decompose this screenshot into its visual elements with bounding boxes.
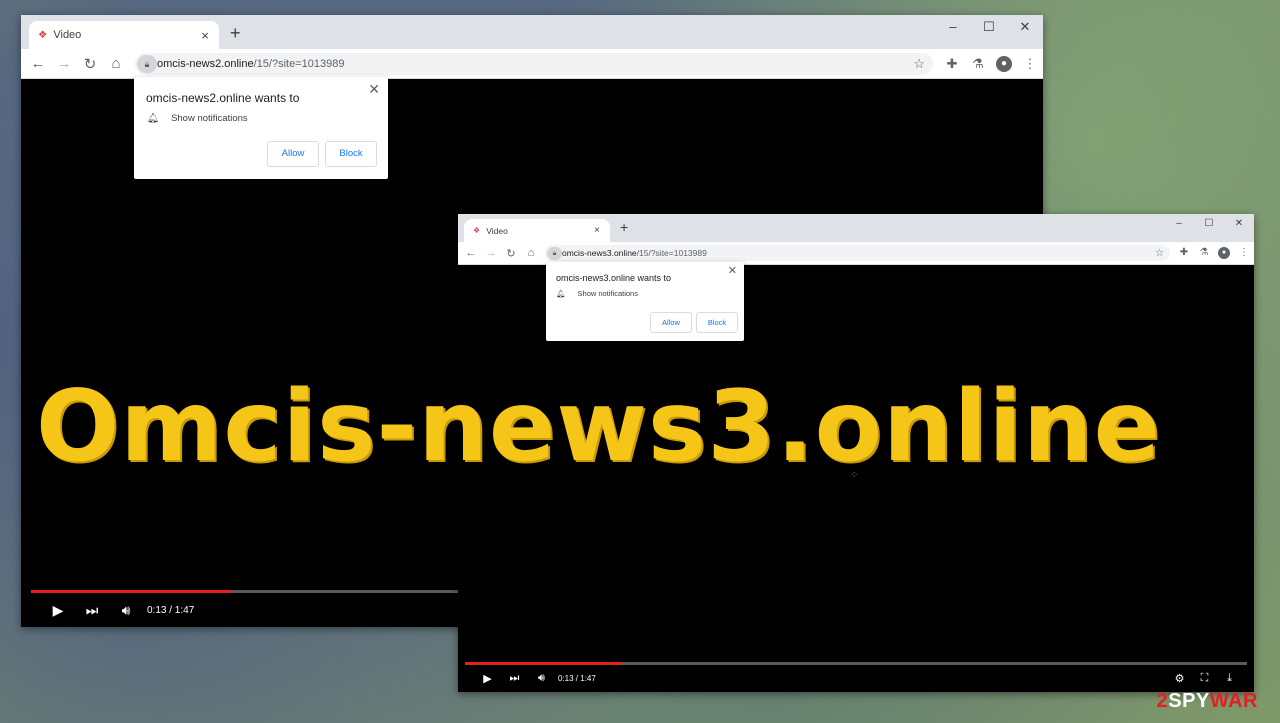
overlay-title: Omcis-news3.online (36, 370, 1162, 484)
bookmark-star-icon[interactable]: ☆ (1155, 248, 1164, 259)
window-controls: – ☐ ✕ (935, 15, 1043, 39)
popup-close-icon[interactable]: ✕ (368, 81, 380, 98)
tab-title: Video (53, 29, 82, 41)
allow-button[interactable]: Allow (267, 141, 319, 167)
reload-icon[interactable]: ↻ (501, 247, 521, 260)
tab-strip: ❖ Video × + – ☐ ✕ (21, 15, 1043, 49)
url-path: /15/?site=1013989 (636, 248, 707, 258)
volume-icon[interactable]: 🔊︎ (109, 602, 143, 619)
address-bar[interactable]: 🔒︎ omcis-news3.online/15/?site=1013989 ☆ (545, 245, 1170, 261)
window-controls: – ☐ ✕ (1164, 214, 1254, 234)
block-button[interactable]: Block (325, 141, 377, 167)
toolbar-icons: ✚ ⚗ ● ⋮ (1174, 247, 1254, 259)
watermark-suffix: WAR (1209, 690, 1258, 712)
url-host: omcis-news2.online (157, 57, 254, 70)
tab-title: Video (486, 225, 508, 236)
permission-row: 🔔︎ Show notifications (556, 289, 638, 298)
video-progress-fill (465, 662, 622, 665)
home-icon[interactable]: ⌂ (103, 55, 129, 72)
forward-icon[interactable]: → (51, 55, 77, 72)
download-icon[interactable]: ⤓ (1217, 672, 1242, 685)
video-progress-fill (31, 590, 232, 593)
play-icon[interactable]: ▶ (474, 672, 501, 685)
player-controls: ▶ ⏭︎ 🔊︎ 0:13 / 1:47 (474, 672, 596, 685)
tab-strip: ❖ Video × + – ☐ ✕ (458, 214, 1254, 242)
popup-title: omcis-news2.online wants to (146, 91, 300, 105)
menu-kebab-icon[interactable]: ⋮ (1017, 56, 1043, 72)
notification-permission-popup: omcis-news3.online wants to ✕ 🔔︎ Show no… (546, 262, 744, 341)
toolbar-icons: ✚ ⚗ ● ⋮ (939, 55, 1043, 72)
bell-icon: 🔔︎ (556, 289, 566, 298)
volume-icon[interactable]: 🔊︎ (528, 672, 555, 685)
tab-close-icon[interactable]: × (201, 28, 209, 43)
tab-close-icon[interactable]: × (594, 225, 600, 236)
labs-flask-icon[interactable]: ⚗ (1194, 247, 1214, 259)
back-icon[interactable]: ← (461, 247, 481, 259)
tab-video[interactable]: ❖ Video × (29, 21, 219, 49)
lock-icon[interactable]: 🔒︎ (137, 54, 157, 73)
popup-close-icon[interactable]: ✕ (728, 264, 737, 277)
new-tab-icon[interactable]: + (620, 219, 628, 235)
extensions-icon[interactable]: ✚ (1174, 247, 1194, 259)
permission-label: Show notifications (577, 289, 638, 298)
browser-toolbar: ← → ↻ ⌂ 🔒︎ omcis-news2.online/15/?site=1… (21, 49, 1043, 79)
lock-icon[interactable]: 🔒︎ (547, 246, 562, 260)
player-right-controls: ⚙ ⛶ ⤓ (1167, 672, 1242, 685)
permission-row: 🔔︎ Show notifications (147, 113, 248, 124)
bell-icon: 🔔︎ (147, 113, 160, 124)
back-icon[interactable]: ← (25, 55, 51, 72)
maximize-icon[interactable]: ☐ (971, 15, 1007, 39)
home-icon[interactable]: ⌂ (521, 247, 541, 259)
watermark-middle: SPY (1168, 690, 1210, 712)
fullscreen-icon[interactable]: ⛶ (1192, 672, 1217, 685)
address-bar[interactable]: 🔒︎ omcis-news2.online/15/?site=1013989 ☆ (135, 52, 933, 75)
allow-button[interactable]: Allow (650, 312, 692, 333)
menu-kebab-icon[interactable]: ⋮ (1234, 247, 1254, 259)
next-icon[interactable]: ⏭︎ (501, 672, 528, 685)
maximize-icon[interactable]: ☐ (1194, 214, 1224, 234)
video-favicon-icon: ❖ (38, 30, 48, 41)
profile-avatar-icon[interactable]: ● (1218, 247, 1230, 259)
notification-permission-popup: omcis-news2.online wants to ✕ 🔔︎ Show no… (134, 77, 388, 179)
forward-icon[interactable]: → (481, 247, 501, 259)
minimize-icon[interactable]: – (935, 15, 971, 39)
reload-icon[interactable]: ↻ (77, 55, 103, 73)
tab-video[interactable]: ❖ Video × (464, 219, 610, 242)
close-window-icon[interactable]: ✕ (1224, 214, 1254, 234)
player-controls: ▶ ⏭︎ 🔊︎ 0:13 / 1:47 (41, 602, 195, 619)
profile-avatar-icon[interactable]: ● (996, 55, 1012, 72)
minimize-icon[interactable]: – (1164, 214, 1194, 234)
close-window-icon[interactable]: ✕ (1007, 15, 1043, 39)
permission-label: Show notifications (171, 113, 248, 124)
url-path: /15/?site=1013989 (253, 57, 345, 70)
time-display: 0:13 / 1:47 (558, 674, 596, 683)
play-icon[interactable]: ▶ (41, 602, 75, 619)
settings-gear-icon[interactable]: ⚙ (1167, 672, 1192, 685)
watermark-logo: 2SPYWAR (1157, 690, 1258, 713)
time-display: 0:13 / 1:47 (147, 605, 195, 616)
next-icon[interactable]: ⏭︎ (75, 602, 109, 619)
new-tab-icon[interactable]: + (230, 23, 241, 44)
extensions-icon[interactable]: ✚ (939, 56, 965, 72)
url-host: omcis-news3.online (562, 248, 637, 258)
labs-flask-icon[interactable]: ⚗ (965, 56, 991, 72)
video-favicon-icon: ❖ (473, 226, 481, 235)
popup-title: omcis-news3.online wants to (556, 273, 672, 283)
watermark-prefix: 2 (1156, 690, 1169, 712)
block-button[interactable]: Block (696, 312, 738, 333)
bookmark-star-icon[interactable]: ☆ (913, 56, 925, 72)
video-progress-bar[interactable] (465, 662, 1247, 665)
